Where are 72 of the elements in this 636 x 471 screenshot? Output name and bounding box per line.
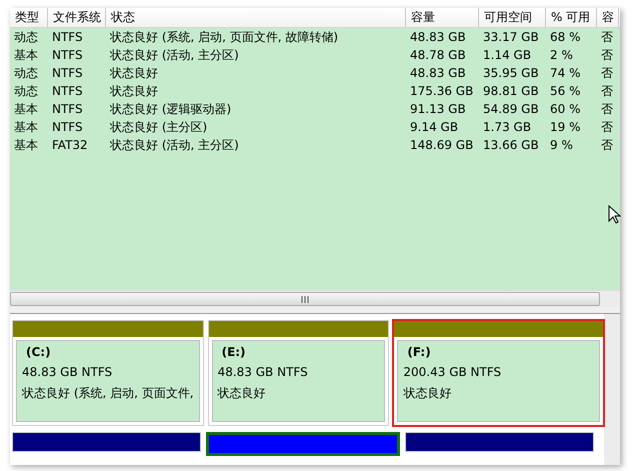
table-cell-text: 状态良好 (系统, 启动, 页面文件, 故障转储) <box>109 29 340 46</box>
column-header[interactable]: 容 <box>597 8 619 27</box>
drive-letter: (C:) <box>25 345 52 359</box>
table-cell-text: 35.95 GB <box>482 65 540 82</box>
column-header[interactable]: 文件系统 <box>48 8 106 27</box>
table-cell-text: 68 % <box>549 29 582 46</box>
table-cell-text: 状态良好 (逻辑驱动器) <box>109 101 232 118</box>
table-cell-text: 56 % <box>549 83 582 100</box>
table-cell-text: 9.14 GB <box>409 119 460 136</box>
partition-card[interactable]: (E:) 48.83 GB NTFS 状态良好 <box>212 340 386 422</box>
table-cell-text: 基本 <box>13 119 39 136</box>
scrollbar-thumb[interactable] <box>10 292 600 306</box>
table-cell-text: 状态良好 <box>109 65 159 82</box>
column-header[interactable]: 可用空间 <box>479 8 546 27</box>
table-cell-text: 否 <box>600 29 614 46</box>
drive-letter: (E:) <box>220 345 247 359</box>
table-cell-text: 98.81 GB <box>482 83 540 100</box>
table-cell-text: 状态良好 (活动, 主分区) <box>109 47 240 64</box>
partition-status: 状态良好 <box>218 385 267 402</box>
partition-status: 状态良好 (系统, 启动, 页面文件, <box>22 385 194 402</box>
table-cell-text: 48.83 GB <box>409 65 467 82</box>
table-cell-text: 48.78 GB <box>409 47 467 64</box>
table-cell-text: 否 <box>600 101 614 118</box>
table-cell-text: 33.17 GB <box>482 29 540 46</box>
column-header[interactable]: 容量 <box>406 8 479 27</box>
table-cell-text: 9 % <box>549 137 574 154</box>
column-header[interactable]: 类型 <box>10 8 48 27</box>
table-cell-text: NTFS <box>51 29 84 46</box>
table-cell-text: NTFS <box>51 101 84 118</box>
table-cell-text: 19 % <box>549 119 582 136</box>
table-cell-text: 否 <box>600 47 614 64</box>
table-cell-text: 2 % <box>549 47 574 64</box>
table-cell-text: 否 <box>600 119 614 136</box>
partition-size: 200.43 GB NTFS <box>403 365 502 379</box>
table-cell-text: 54.89 GB <box>482 101 540 118</box>
table-cell-text: 1.73 GB <box>482 119 532 136</box>
table-cell-text: 动态 <box>13 29 39 46</box>
vertical-scrollbar[interactable] <box>604 314 620 465</box>
table-cell-text: 状态良好 <box>109 83 159 100</box>
table-cell-text: 否 <box>600 137 614 154</box>
partition-size: 48.83 GB NTFS <box>218 365 309 379</box>
table-cell-text: 13.66 GB <box>482 137 540 154</box>
partition-card[interactable]: (C:) 48.83 GB NTFS 状态良好 (系统, 启动, 页面文件, <box>16 340 200 422</box>
table-cell-text: 动态 <box>13 83 39 100</box>
table-cell-text: 动态 <box>13 65 39 82</box>
table-cell-text: 基本 <box>13 137 39 154</box>
table-cell-text: NTFS <box>51 65 84 82</box>
table-cell-text: 148.69 GB <box>409 137 474 154</box>
table-cell-text: NTFS <box>51 119 84 136</box>
table-cell-text: 状态良好 (活动, 主分区) <box>109 137 240 154</box>
column-header[interactable]: % 可用 <box>546 8 597 27</box>
table-cell-text: 状态良好 (主分区) <box>109 119 208 136</box>
table-cell-text: 1.14 GB <box>482 47 532 64</box>
table-cell-text: 48.83 GB <box>409 29 467 46</box>
mouse-cursor-icon <box>608 205 622 225</box>
table-cell-text: 60 % <box>549 101 582 118</box>
table-cell-text: 否 <box>600 65 614 82</box>
table-cell-text: NTFS <box>51 47 84 64</box>
table-cell-text: FAT32 <box>51 137 89 154</box>
table-cell-text: 91.13 GB <box>409 101 467 118</box>
partition-card[interactable]: (F:) 200.43 GB NTFS 状态良好 <box>397 340 600 422</box>
table-cell-text: 基本 <box>13 101 39 118</box>
table-cell-text: 否 <box>600 83 614 100</box>
table-cell-text: NTFS <box>51 83 84 100</box>
column-header[interactable]: 状态 <box>106 8 406 27</box>
table-cell-text: 基本 <box>13 47 39 64</box>
table-cell-text: 175.36 GB <box>409 83 474 100</box>
table-cell-text: 74 % <box>549 65 582 82</box>
partition-status: 状态良好 <box>403 385 452 402</box>
drive-letter: (F:) <box>406 345 432 359</box>
partition-size: 48.83 GB NTFS <box>22 365 114 379</box>
grip-icon <box>301 296 309 302</box>
